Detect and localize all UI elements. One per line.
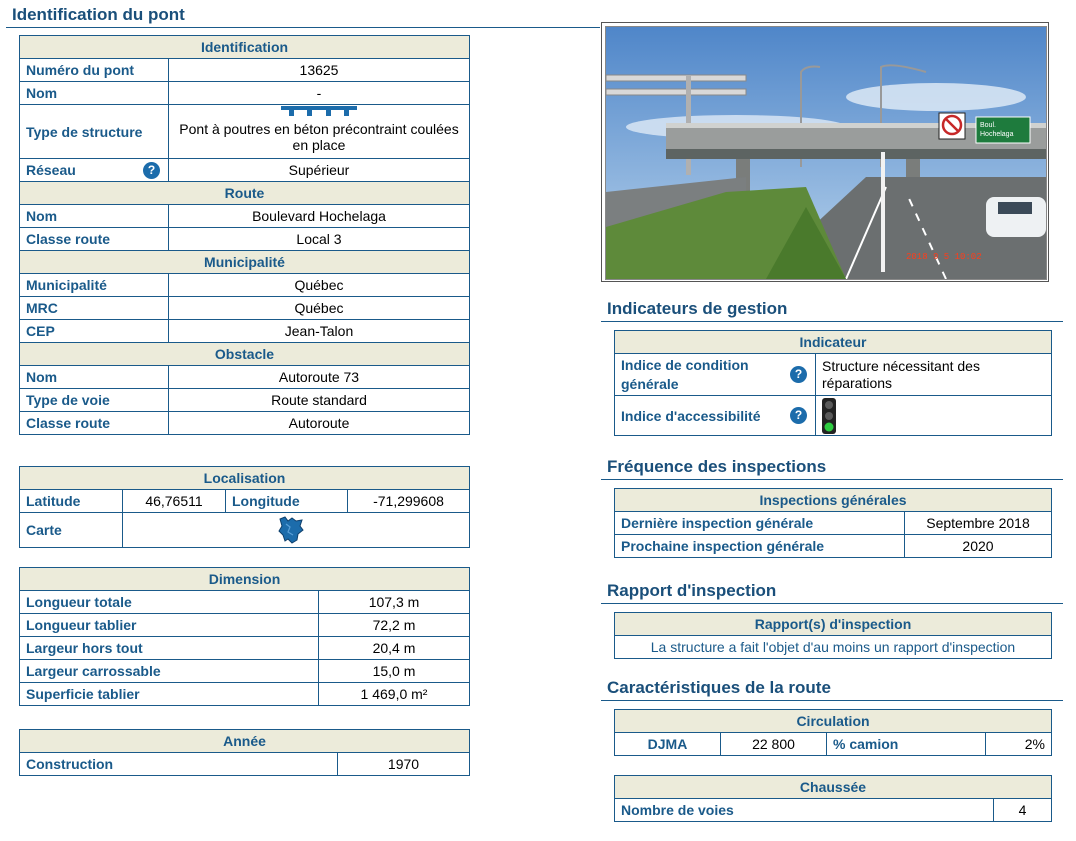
djma-label: DJMA <box>614 732 721 756</box>
dimension-header: Dimension <box>18 567 471 591</box>
rapport-header: Rapport(s) d'inspection <box>614 612 1052 636</box>
prochaine-inspection-label: Prochaine inspection générale <box>614 534 905 558</box>
localisation-header: Localisation <box>19 466 470 490</box>
prochaine-inspection-value: 2020 <box>904 534 1052 558</box>
dimension-value: 72,2 m <box>317 613 471 637</box>
dimension-label: Largeur carrossable <box>19 659 319 683</box>
cep-value: Jean-Talon <box>168 319 470 343</box>
annee-table: Année Construction 1970 <box>18 729 471 776</box>
nombre-voies-value: 4 <box>993 798 1052 822</box>
frequence-title: Fréquence des inspections <box>607 457 827 476</box>
chaussee-header: Chaussée <box>614 775 1052 799</box>
djma-value: 22 800 <box>720 732 827 756</box>
type-structure-value: Pont à poutres en béton précontraint cou… <box>179 120 459 153</box>
route-header: Route <box>19 181 470 205</box>
construction-label: Construction <box>19 752 338 776</box>
reseau-value: Supérieur <box>168 158 470 182</box>
question-icon[interactable]: ? <box>790 366 807 383</box>
numero-value: 13625 <box>168 58 470 82</box>
nom-value: - <box>168 81 470 105</box>
question-icon[interactable]: ? <box>790 407 807 424</box>
question-icon[interactable]: ? <box>143 162 160 179</box>
divider <box>601 321 1063 322</box>
municipalite-value: Québec <box>168 273 470 297</box>
divider <box>601 479 1063 480</box>
camion-label: % camion <box>826 732 986 756</box>
dimension-value: 1 469,0 m² <box>317 682 471 706</box>
localisation-table: Localisation Latitude 46,76511 Longitude… <box>19 466 470 548</box>
numero-label: Numéro du pont <box>19 58 169 82</box>
obstacle-classe-value: Autoroute <box>168 411 470 435</box>
latitude-value: 46,76511 <box>122 489 226 513</box>
obstacle-nom-value: Autoroute 73 <box>168 365 470 389</box>
bridge-photo[interactable]: Boul. Hochelaga 2018 9 5 10:02 <box>601 22 1049 282</box>
construction-value: 1970 <box>336 752 471 776</box>
municipalite-label: Municipalité <box>19 273 169 297</box>
obstacle-nom-label: Nom <box>19 365 169 389</box>
classe-route-label: Classe route <box>19 227 169 251</box>
indicateurs-title: Indicateurs de gestion <box>607 299 788 318</box>
longitude-value: -71,299608 <box>347 489 470 513</box>
photo-timestamp: 2018 9 5 10:02 <box>906 252 982 262</box>
type-voie-value: Route standard <box>168 388 470 412</box>
rapport-title: Rapport d'inspection <box>607 581 777 600</box>
type-voie-label: Type de voie <box>19 388 169 412</box>
identification-title: Identification du pont <box>12 5 185 24</box>
rapport-table: Rapport(s) d'inspection La structure a f… <box>614 612 1052 659</box>
annee-header: Année <box>18 729 471 753</box>
inspections-table: Inspections générales Dernière inspectio… <box>614 488 1052 558</box>
divider <box>6 27 600 28</box>
cep-label: CEP <box>19 319 169 343</box>
mrc-value: Québec <box>168 296 470 320</box>
divider <box>601 700 1063 701</box>
condition-label: Indice de condition générale <box>621 356 749 392</box>
camion-value: 2% <box>985 732 1052 756</box>
dimension-label: Longueur totale <box>19 590 319 614</box>
structure-type-icon <box>281 106 357 116</box>
indicateur-table: Indicateur Indice de condition générale … <box>614 330 1052 436</box>
rapport-link[interactable]: La structure a fait l'objet d'au moins u… <box>614 635 1052 659</box>
longitude-label: Longitude <box>225 489 348 513</box>
obstacle-header: Obstacle <box>19 342 470 366</box>
svg-text:Hochelaga: Hochelaga <box>980 131 1014 138</box>
route-nom-label: Nom <box>19 204 169 228</box>
dimension-value: 107,3 m <box>317 590 471 614</box>
carte-label: Carte <box>19 512 123 548</box>
caracteristiques-title: Caractéristiques de la route <box>607 678 831 697</box>
route-nom-value: Boulevard Hochelaga <box>168 204 470 228</box>
accessibilite-label: Indice d'accessibilité <box>621 407 761 424</box>
type-structure-label: Type de structure <box>19 104 169 159</box>
quebec-map-icon[interactable] <box>276 515 306 545</box>
nombre-voies-label: Nombre de voies <box>614 798 994 822</box>
dimension-table: Dimension Longueur totale 107,3 m Longueu… <box>18 567 471 706</box>
condition-value: Structure nécessitant des réparations <box>815 353 1052 396</box>
dimension-label: Largeur hors tout <box>19 636 319 660</box>
dimension-value: 20,4 m <box>317 636 471 660</box>
overhead-sign-text: Boul. <box>980 122 996 129</box>
latitude-label: Latitude <box>19 489 123 513</box>
dimension-value: 15,0 m <box>317 659 471 683</box>
identification-header: Identification <box>19 35 470 59</box>
nom-label: Nom <box>19 81 169 105</box>
chaussee-table: Chaussée Nombre de voies 4 <box>614 775 1052 822</box>
circulation-table: Circulation DJMA 22 800 % camion 2% <box>614 709 1052 756</box>
circulation-header: Circulation <box>614 709 1052 733</box>
traffic-light-icon <box>822 397 836 434</box>
classe-route-value: Local 3 <box>168 227 470 251</box>
inspections-header: Inspections générales <box>614 488 1052 512</box>
indicateur-header: Indicateur <box>614 330 1052 354</box>
municipalite-header: Municipalité <box>19 250 470 274</box>
identification-table: Identification Numéro du pont 13625 Nom - … <box>19 35 470 435</box>
reseau-label: Réseau <box>26 162 76 178</box>
derniere-inspection-label: Dernière inspection générale <box>614 511 905 535</box>
dimension-label: Superficie tablier <box>19 682 319 706</box>
mrc-label: MRC <box>19 296 169 320</box>
obstacle-classe-label: Classe route <box>19 411 169 435</box>
divider <box>601 603 1063 604</box>
derniere-inspection-value: Septembre 2018 <box>904 511 1052 535</box>
dimension-label: Longueur tablier <box>19 613 319 637</box>
